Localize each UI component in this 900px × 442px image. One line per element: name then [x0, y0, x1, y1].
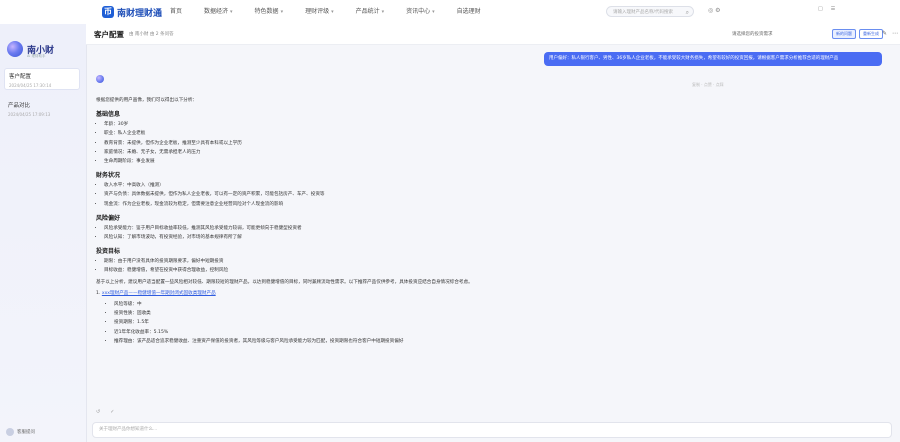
list-item: 目标收益：稳健增值，希望在投资中获得合理收益，控制风险 — [104, 266, 731, 275]
list-item: 风险等级：中 — [114, 300, 731, 309]
nav-icons[interactable]: ◎ ⚙ — [708, 7, 721, 14]
recommend-details: 风险等级：中 投资性质：固收类 投资期限：1.5年 近1年年化收益率：5.15%… — [96, 300, 731, 346]
product-link[interactable]: xxx理财产品——稳健增值一年期封闭式固收类理财产品 — [102, 291, 216, 296]
chevron-down-icon: ▾ — [280, 9, 284, 15]
section-heading: 财务状况 — [96, 172, 121, 180]
page-meta: 由 南小财 由 2 条问答 — [129, 32, 174, 37]
session-date: 2024/04/25 17:30:14 — [9, 83, 52, 88]
search-input[interactable]: 请输入理财产品名称/代码搜索 ⌕ — [606, 6, 694, 17]
list-item: 风险承受能力：鉴于用户目标收益率较低，推测其风险承受能力较弱，可能更倾向于稳健型… — [104, 224, 731, 233]
menu-icon[interactable]: ☰ — [831, 6, 835, 12]
assistant-answer: 根据您提供的用户画像，我们可以得出以下分析： 基础信息 年龄：30岁 职业：私人… — [96, 94, 731, 346]
assistant-logo-icon — [7, 41, 23, 57]
list-item: 风险认知：了解市场波动，有投资经验，对市场的基本规律有所了解 — [104, 233, 731, 242]
new-question-button[interactable]: 新的问题 — [832, 29, 856, 39]
assistant-avatar-icon — [96, 75, 104, 83]
sidebar: 南小财 AI 理财助手 客户配置 2024/04/25 17:30:14 产品对… — [0, 24, 87, 442]
session-title: 客户配置 — [9, 74, 32, 80]
nav-item-watchlist[interactable]: 自选理财 — [457, 6, 481, 15]
chevron-down-icon: ▾ — [381, 9, 385, 15]
logo-mark: 币 — [102, 6, 114, 18]
session-title: 产品对比 — [8, 103, 31, 109]
regenerate-button[interactable]: 重新生成 — [859, 29, 883, 39]
main-menu: 首页 数据经济 ▾ 特色数据 ▾ 理财评级 ▾ 产品统计 ▾ 资讯中心 ▾ 自选理财 — [170, 6, 503, 15]
logo-text: 南财理财通 — [117, 8, 163, 19]
list-item: 年龄：30岁 — [104, 120, 731, 129]
list-item: 收入水平：中高收入（推测） — [104, 181, 731, 190]
list-item: 投资性质：固收类 — [114, 309, 731, 318]
nav-item-home[interactable]: 首页 — [170, 6, 182, 15]
nav-item-news[interactable]: 资讯中心 ▾ — [406, 6, 435, 15]
top-nav: 币 南财理财通 首页 数据经济 ▾ 特色数据 ▾ 理财评级 ▾ 产品统计 ▾ 资讯中心 ▾… — [0, 0, 900, 25]
list-item: 生命周期阶段：事业发展 — [104, 157, 731, 166]
list-item: 资产与负债：具体数据未提供，但作为私人企业老板，可以有一定的资产积累，可能包括房… — [104, 190, 731, 199]
list-item: 投资期限：1.5年 — [114, 318, 731, 327]
chevron-down-icon: ▾ — [230, 9, 233, 15]
edit-icon[interactable]: ✎ — [882, 30, 887, 37]
section-heading: 基础信息 — [96, 111, 121, 119]
list-item: 职业：私人企业老板 — [104, 129, 731, 138]
list-item: 现金流：作为企业老板，现金流较为稳定，但需要注意企业经营风险对个人现金流的影响 — [104, 200, 731, 209]
more-icon[interactable]: ⋯ — [892, 30, 898, 37]
answer-intro: 根据您提供的用户画像，我们可以得出以下分析： — [96, 98, 198, 103]
check-icon[interactable]: ✓ — [110, 409, 114, 415]
list-item: 推荐理由：该产品适合追求稳健收益、注重资产保值的投资者，其风险等级与客户风险承受… — [114, 337, 731, 346]
window-icon[interactable]: □ — [818, 6, 823, 12]
answer-conclusion: 基于以上分析，建议用户适当配置一些风险相对较低、期限较短的理财产品，以达到稳健增… — [96, 279, 473, 285]
conversation-header: 客户配置 由 南小财 由 2 条问答 请选择您的投资需求 新的问题 重新生成 ✎… — [86, 24, 900, 45]
header-note: 请选择您的投资需求 — [732, 32, 773, 37]
section-heading: 投资目标 — [96, 248, 121, 256]
nav-item-data-economy[interactable]: 数据经济 ▾ — [204, 6, 233, 15]
nav-right-links: □ ☰ — [810, 6, 835, 12]
answer-actions[interactable]: 复制 · 点赞 · 点踩 — [692, 82, 724, 88]
compose-tools: ↺ ✓ — [96, 409, 124, 415]
user-message-bubble: 用户偏好：私人银行客户、男性、36岁私人企业老板，不能承受较大财务损失，希望有较… — [544, 52, 882, 66]
chevron-down-icon: ▾ — [432, 9, 435, 15]
page-title: 客户配置 — [94, 30, 124, 39]
session-item-customer-config[interactable]: 客户配置 2024/04/25 17:30:14 — [4, 68, 80, 90]
list-item: 家庭情况：未婚、无子女，无需承担老人的压力 — [104, 148, 731, 157]
avatar — [6, 428, 14, 436]
site-logo[interactable]: 币 南财理财通 — [102, 5, 162, 19]
assistant-subtitle: AI 理财助手 — [27, 54, 46, 58]
section-list: 期限：由于用户没有具体的投资期限要求，偏好中短期投资 目标收益：稳健增值，希望在… — [96, 257, 731, 275]
refresh-icon[interactable]: ↺ — [96, 409, 100, 415]
chevron-down-icon: ▾ — [331, 9, 334, 15]
section-list: 风险承受能力：鉴于用户目标收益率较低，推测其风险承受能力较弱，可能更倾向于稳健型… — [96, 224, 731, 242]
list-item: 教育背景：未提供，但作为企业老板，推测至少具有本科或以上学历 — [104, 139, 731, 148]
nav-item-featured-data[interactable]: 特色数据 ▾ — [255, 6, 284, 15]
support-link[interactable]: 客服提问 — [6, 428, 35, 436]
recommend-title: 1. xxx理财产品——稳健增值一年期封闭式固收类理财产品 — [96, 290, 216, 296]
section-heading: 风险偏好 — [96, 214, 121, 222]
search-icon[interactable]: ⌕ — [686, 7, 689, 18]
section-list: 收入水平：中高收入（推测） 资产与负债：具体数据未提供，但作为私人企业老板，可以… — [96, 181, 731, 209]
list-item: 期限：由于用户没有具体的投资期限要求，偏好中短期投资 — [104, 257, 731, 266]
chat-area: 用户偏好：私人银行客户、男性、36岁私人企业老板，不能承受较大财务损失，希望有较… — [86, 44, 900, 442]
nav-item-product-stats[interactable]: 产品统计 ▾ — [356, 6, 385, 15]
nav-item-rating[interactable]: 理财评级 ▾ — [305, 6, 334, 15]
section-list: 年龄：30岁 职业：私人企业老板 教育背景：未提供，但作为企业老板，推测至少具有… — [96, 120, 731, 166]
chat-input[interactable]: 关于理财产品你想知道什么... — [92, 422, 892, 438]
list-item: 近1年年化收益率：5.15% — [114, 328, 731, 337]
session-date: 2024/04/25 17:09:13 — [8, 112, 51, 117]
session-item-product-compare[interactable]: 产品对比 2024/04/25 17:09:13 — [4, 98, 80, 120]
